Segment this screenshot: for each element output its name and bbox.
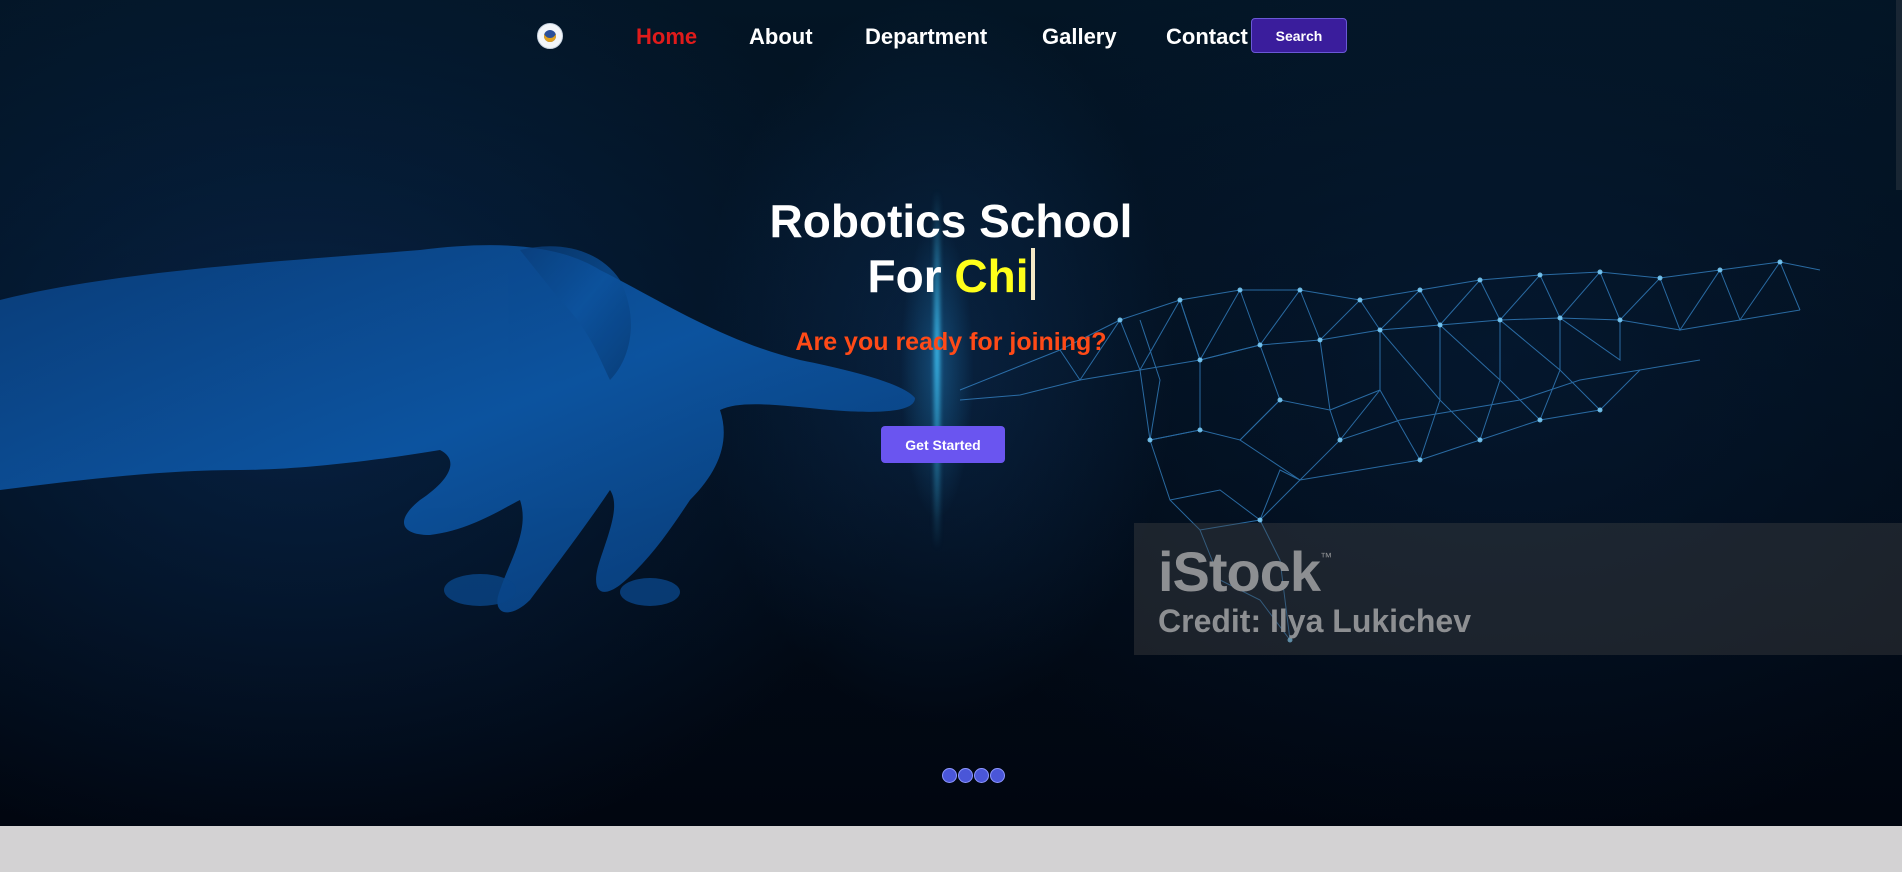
- get-started-button[interactable]: Get Started: [881, 426, 1005, 463]
- watermark-credit: Credit: Ilya Lukichev: [1158, 603, 1471, 639]
- nav-link-home[interactable]: Home: [636, 24, 697, 50]
- hero-typed-text: Chi: [954, 250, 1029, 302]
- carousel-dot-4[interactable]: [990, 768, 1005, 783]
- nav-link-contact[interactable]: Contact: [1166, 24, 1248, 50]
- top-navigation: Home About Department Gallery Contact Se…: [0, 0, 1902, 72]
- carousel-indicators: [942, 768, 1005, 784]
- hero-title-line2: For Chi: [651, 248, 1251, 304]
- search-button[interactable]: Search: [1251, 18, 1347, 53]
- carousel-dot-2[interactable]: [958, 768, 973, 783]
- hero-title-prefix: For: [867, 250, 955, 302]
- nav-link-about[interactable]: About: [749, 24, 813, 50]
- nav-link-department[interactable]: Department: [865, 24, 987, 50]
- carousel-dot-3[interactable]: [974, 768, 989, 783]
- logo-emblem: [544, 30, 556, 42]
- carousel-dot-1[interactable]: [942, 768, 957, 783]
- nav-link-gallery[interactable]: Gallery: [1042, 24, 1117, 50]
- watermark-brand-text: iStock: [1158, 540, 1321, 603]
- hero-illustration: [0, 245, 1821, 643]
- hero-subtitle: Are you ready for joining?: [795, 328, 1107, 356]
- hero-section: [0, 0, 1902, 826]
- school-logo-icon[interactable]: [537, 23, 563, 49]
- stock-watermark: iStock™ Credit: Ilya Lukichev: [1134, 523, 1902, 655]
- hero-title-line1: Robotics School: [769, 195, 1133, 247]
- watermark-brand: iStock™: [1158, 539, 1332, 604]
- typing-caret: [1030, 248, 1035, 300]
- watermark-trademark: ™: [1320, 550, 1332, 564]
